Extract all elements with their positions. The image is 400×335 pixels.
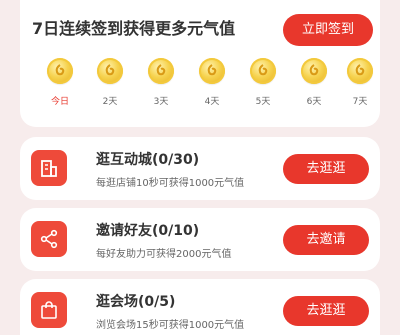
shopping-bag-icon (31, 292, 67, 328)
coin-icon (347, 58, 373, 84)
task-title: 逛会场(0/5) (96, 294, 176, 310)
task-card: 邀请好友(0/10) 每好友助力可获得2000元气值 去邀请 (20, 208, 380, 271)
invite-button[interactable]: 去邀请 (283, 225, 369, 255)
day-1: 今日 (40, 58, 80, 107)
day-label: 6天 (306, 97, 322, 107)
task-desc: 每好友助力可获得2000元气值 (96, 249, 232, 260)
coin-icon (250, 58, 276, 84)
store-icon (31, 150, 67, 186)
signin-title: 7日连续签到获得更多元气值 (32, 19, 236, 38)
coin-icon (301, 58, 327, 84)
day-label: 5天 (255, 97, 271, 107)
task-card: 逛会场(0/5) 浏览会场15秒可获得1000元气值 去逛逛 (20, 279, 380, 335)
task-card: 逛互动城(0/30) 每逛店铺10秒可获得1000元气值 去逛逛 (20, 137, 380, 200)
browse-button[interactable]: 去逛逛 (283, 154, 369, 184)
signin-days: 今日 2天 3天 4天 5天 6天 7天 (20, 58, 380, 118)
task-title: 逛互动城(0/30) (96, 152, 200, 168)
share-icon (31, 221, 67, 257)
coin-icon (47, 58, 73, 84)
day-label: 3天 (153, 97, 169, 107)
coin-icon (199, 58, 225, 84)
coin-icon (148, 58, 174, 84)
coin-icon (97, 58, 123, 84)
signin-card: 7日连续签到获得更多元气值 立即签到 今日 2天 3天 4天 5天 6天 7天 (20, 0, 380, 127)
day-3: 3天 (141, 58, 181, 107)
day-label: 今日 (50, 97, 69, 107)
day-4: 4天 (192, 58, 232, 107)
day-5: 5天 (243, 58, 283, 107)
day-label: 7天 (352, 97, 368, 107)
browse-button[interactable]: 去逛逛 (283, 296, 369, 326)
task-desc: 浏览会场15秒可获得1000元气值 (96, 320, 245, 331)
task-desc: 每逛店铺10秒可获得1000元气值 (96, 178, 245, 189)
day-2: 2天 (90, 58, 130, 107)
day-label: 4天 (204, 97, 220, 107)
day-7: 7天 (340, 58, 380, 107)
day-6: 6天 (294, 58, 334, 107)
signin-button[interactable]: 立即签到 (283, 14, 373, 46)
day-label: 2天 (102, 97, 118, 107)
task-title: 邀请好友(0/10) (96, 223, 200, 239)
